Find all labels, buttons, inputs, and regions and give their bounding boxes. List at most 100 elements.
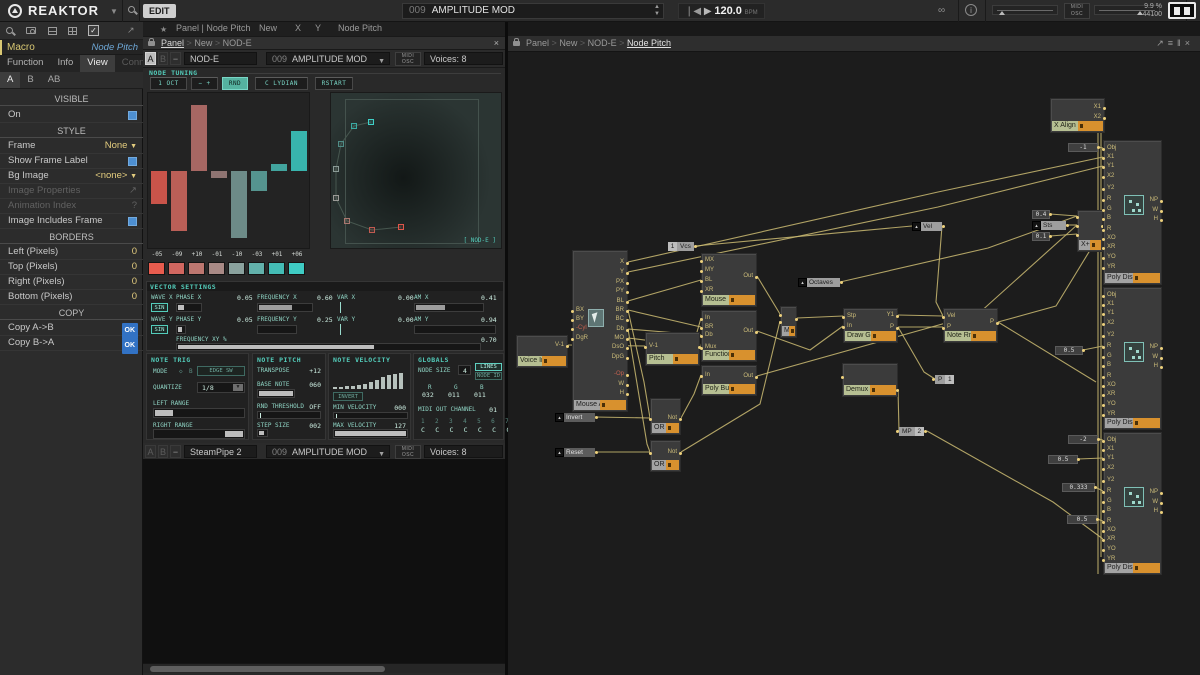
module-note-icon[interactable] [542,356,566,366]
var-x-slider[interactable] [340,302,341,313]
out-port[interactable] [1049,235,1052,238]
phase-y-value[interactable]: 0.05 [237,316,253,324]
snapshot-b-button[interactable]: B [158,52,168,65]
am-x-value[interactable]: 0.41 [481,294,497,302]
in-port[interactable] [1102,247,1105,250]
node-swatch-6[interactable] [248,262,265,275]
tab-a[interactable]: A [0,72,20,88]
const-0.5[interactable]: 0.5 [1067,515,1097,524]
out-port[interactable] [1160,200,1163,203]
tuning-bar-6[interactable] [251,171,267,191]
in-port[interactable] [700,280,703,283]
var-y-slider[interactable] [340,324,341,335]
in-port[interactable] [1102,530,1105,533]
in-port[interactable] [1076,234,1079,237]
in-port[interactable] [1102,521,1105,524]
instrument-name-field[interactable]: SteamPipe 2 [184,445,257,458]
out-port[interactable] [1103,107,1106,110]
in-port[interactable] [1102,238,1105,241]
border-bottom-value[interactable]: 0 [132,290,137,304]
out-port[interactable] [626,262,629,265]
snapshot-selector[interactable]: 009AMPLITUDE MOD▼ [266,445,390,458]
out-port[interactable] [626,329,629,332]
left-range-slider[interactable] [153,408,245,418]
out-port[interactable] [626,374,629,377]
out-port[interactable] [626,357,629,360]
split-view-icon[interactable]: ‖ [1177,38,1185,48]
scale-button[interactable]: C LYDIAN [255,77,308,90]
in-port[interactable] [700,318,703,321]
module-pitch[interactable]: PitchV-1 [645,332,700,366]
in-port[interactable] [1102,148,1105,151]
rnd-button[interactable]: RND [222,77,248,90]
out-port[interactable] [595,416,598,419]
minimize-button[interactable]: − [170,445,181,458]
velocity-histogram[interactable] [333,365,409,389]
in-port[interactable] [1102,257,1105,260]
rewind-icon[interactable]: ❘◀ [685,6,701,17]
xy-node-2[interactable] [351,123,357,129]
history-item-1[interactable]: New [259,22,277,35]
in-port[interactable] [842,316,845,319]
lines-button[interactable]: LINES [475,363,502,371]
var-x-value[interactable]: 0.00 [398,294,414,302]
node-size-field[interactable]: 4 [458,365,471,375]
in-port[interactable] [1102,323,1105,326]
image-properties-link-icon[interactable]: ↗ [129,184,137,198]
tab-ab[interactable]: AB [41,72,68,88]
base-note-value[interactable]: 060 [309,381,321,389]
module-poly-buffer[interactable]: Poly BufferInOut [701,365,757,396]
xy-node-3[interactable] [338,141,344,147]
module-x-align[interactable]: X AlignX1X2 [1050,98,1105,133]
crumb-panel[interactable]: Panel [526,38,549,48]
history-item-3[interactable]: Y [315,22,321,35]
in-port[interactable] [1102,229,1105,232]
snapshot-a-button[interactable]: A [145,52,156,65]
out-port[interactable] [1103,117,1106,120]
module-or-1[interactable]: ORNot [650,398,681,435]
connect-icon[interactable]: ∞ [938,5,945,16]
bg-image-dropdown[interactable]: <none> ▼ [95,169,137,184]
in-port[interactable] [1102,304,1105,307]
phase-x-value[interactable]: 0.05 [237,294,253,302]
out-port[interactable] [942,225,945,228]
out-port[interactable] [1097,146,1100,149]
mode-selector[interactable]: EDGE SW [197,366,245,376]
module-note-icon[interactable] [871,331,897,341]
node-swatch-8[interactable] [288,262,305,275]
tuning-bar-3[interactable] [191,105,207,171]
history-item-4[interactable]: Node Pitch [338,22,382,35]
in-port[interactable] [1102,166,1105,169]
in-port[interactable] [571,328,574,331]
rnd-threshold-value[interactable]: OFF [309,403,321,411]
crumb-nod-e[interactable]: NOD-E [223,38,252,48]
out-port[interactable] [626,272,629,275]
wave-y-sin-button[interactable]: SIN [151,325,168,334]
out-port[interactable] [924,430,927,433]
layout-icon[interactable] [68,27,77,35]
out-port[interactable] [840,281,843,284]
in-port[interactable] [649,418,652,421]
var-y-value[interactable]: 0.00 [398,316,414,324]
module-note-icon[interactable] [729,295,755,305]
b-value[interactable]: 011 [474,391,486,399]
node-swatch-2[interactable] [168,262,185,275]
history-item-0[interactable]: Panel | Node Pitch [176,22,250,35]
module-note-icon[interactable] [600,400,626,410]
const-value[interactable]: 2 [915,427,924,436]
minus-plus-button[interactable]: − + [191,77,218,90]
const--1[interactable]: -1 [1068,143,1098,152]
module-note-icon[interactable] [1133,418,1161,428]
out-port[interactable] [1160,492,1163,495]
ensemble-stepper-icon[interactable]: ▲▼ [654,4,660,18]
module-invert[interactable]: ▴Invert [555,413,595,422]
quantize-dropdown[interactable]: 1/8▼ [197,382,245,393]
bpm-value[interactable]: 120.0 [714,5,742,17]
am-y-value[interactable]: 0.94 [481,316,497,324]
snapshot-a-button[interactable]: A [145,445,156,458]
in-port[interactable] [1102,468,1105,471]
node-xy-display[interactable]: [ NOD-E ] [330,92,502,249]
voices-field[interactable]: Voices: 8 [424,445,503,458]
min-velocity-value[interactable]: 000 [394,404,406,412]
in-port[interactable] [1102,188,1105,191]
